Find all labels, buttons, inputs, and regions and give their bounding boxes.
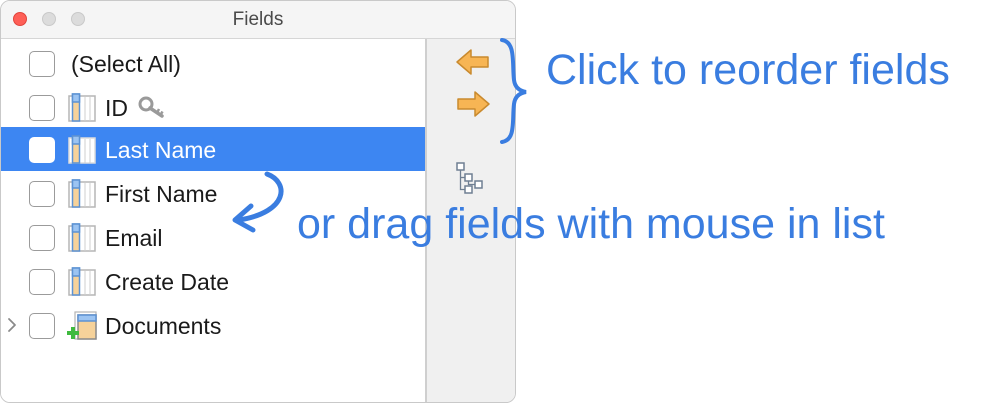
select-all-checkbox[interactable]	[29, 51, 55, 77]
curly-brace-annotation	[500, 38, 527, 144]
first-name-checkbox[interactable]	[29, 181, 55, 207]
documents-label: Documents	[105, 313, 222, 339]
window-title: Fields	[232, 9, 284, 30]
drag-annotation: or drag fields with mouse in list	[297, 200, 885, 248]
add-table-icon	[67, 311, 97, 340]
list-item-last-name[interactable]: Last Name	[1, 127, 426, 171]
list-item-documents[interactable]: Documents	[1, 303, 426, 347]
key-icon	[138, 96, 164, 118]
create-date-label: Create Date	[105, 269, 230, 295]
create-date-checkbox[interactable]	[29, 269, 55, 295]
title-bar: Fields	[1, 1, 515, 39]
last-name-label: Last Name	[105, 137, 217, 163]
table-field-icon	[68, 267, 96, 296]
documents-checkbox[interactable]	[29, 313, 55, 339]
list-item-select-all[interactable]: (Select All)	[1, 41, 426, 85]
id-checkbox[interactable]	[29, 95, 55, 121]
table-field-icon	[68, 179, 96, 208]
curved-arrow-annotation	[232, 171, 284, 233]
table-field-icon	[68, 93, 96, 122]
list-item-id[interactable]: ID	[1, 85, 426, 129]
list-item-create-date[interactable]: Create Date	[1, 259, 426, 303]
disclosure-chevron-icon[interactable]	[5, 315, 19, 335]
first-name-label: First Name	[105, 181, 218, 207]
email-label: Email	[105, 225, 163, 251]
email-checkbox[interactable]	[29, 225, 55, 251]
select-all-label: (Select All)	[71, 51, 181, 77]
move-down-arrow-icon[interactable]	[455, 89, 491, 119]
reorder-annotation: Click to reorder fields	[546, 46, 950, 94]
table-field-icon	[68, 223, 96, 252]
hierarchy-icon[interactable]	[455, 161, 485, 195]
id-label: ID	[105, 95, 128, 121]
last-name-checkbox[interactable]	[29, 137, 55, 163]
move-up-arrow-icon[interactable]	[455, 47, 491, 77]
table-field-icon	[68, 135, 96, 164]
